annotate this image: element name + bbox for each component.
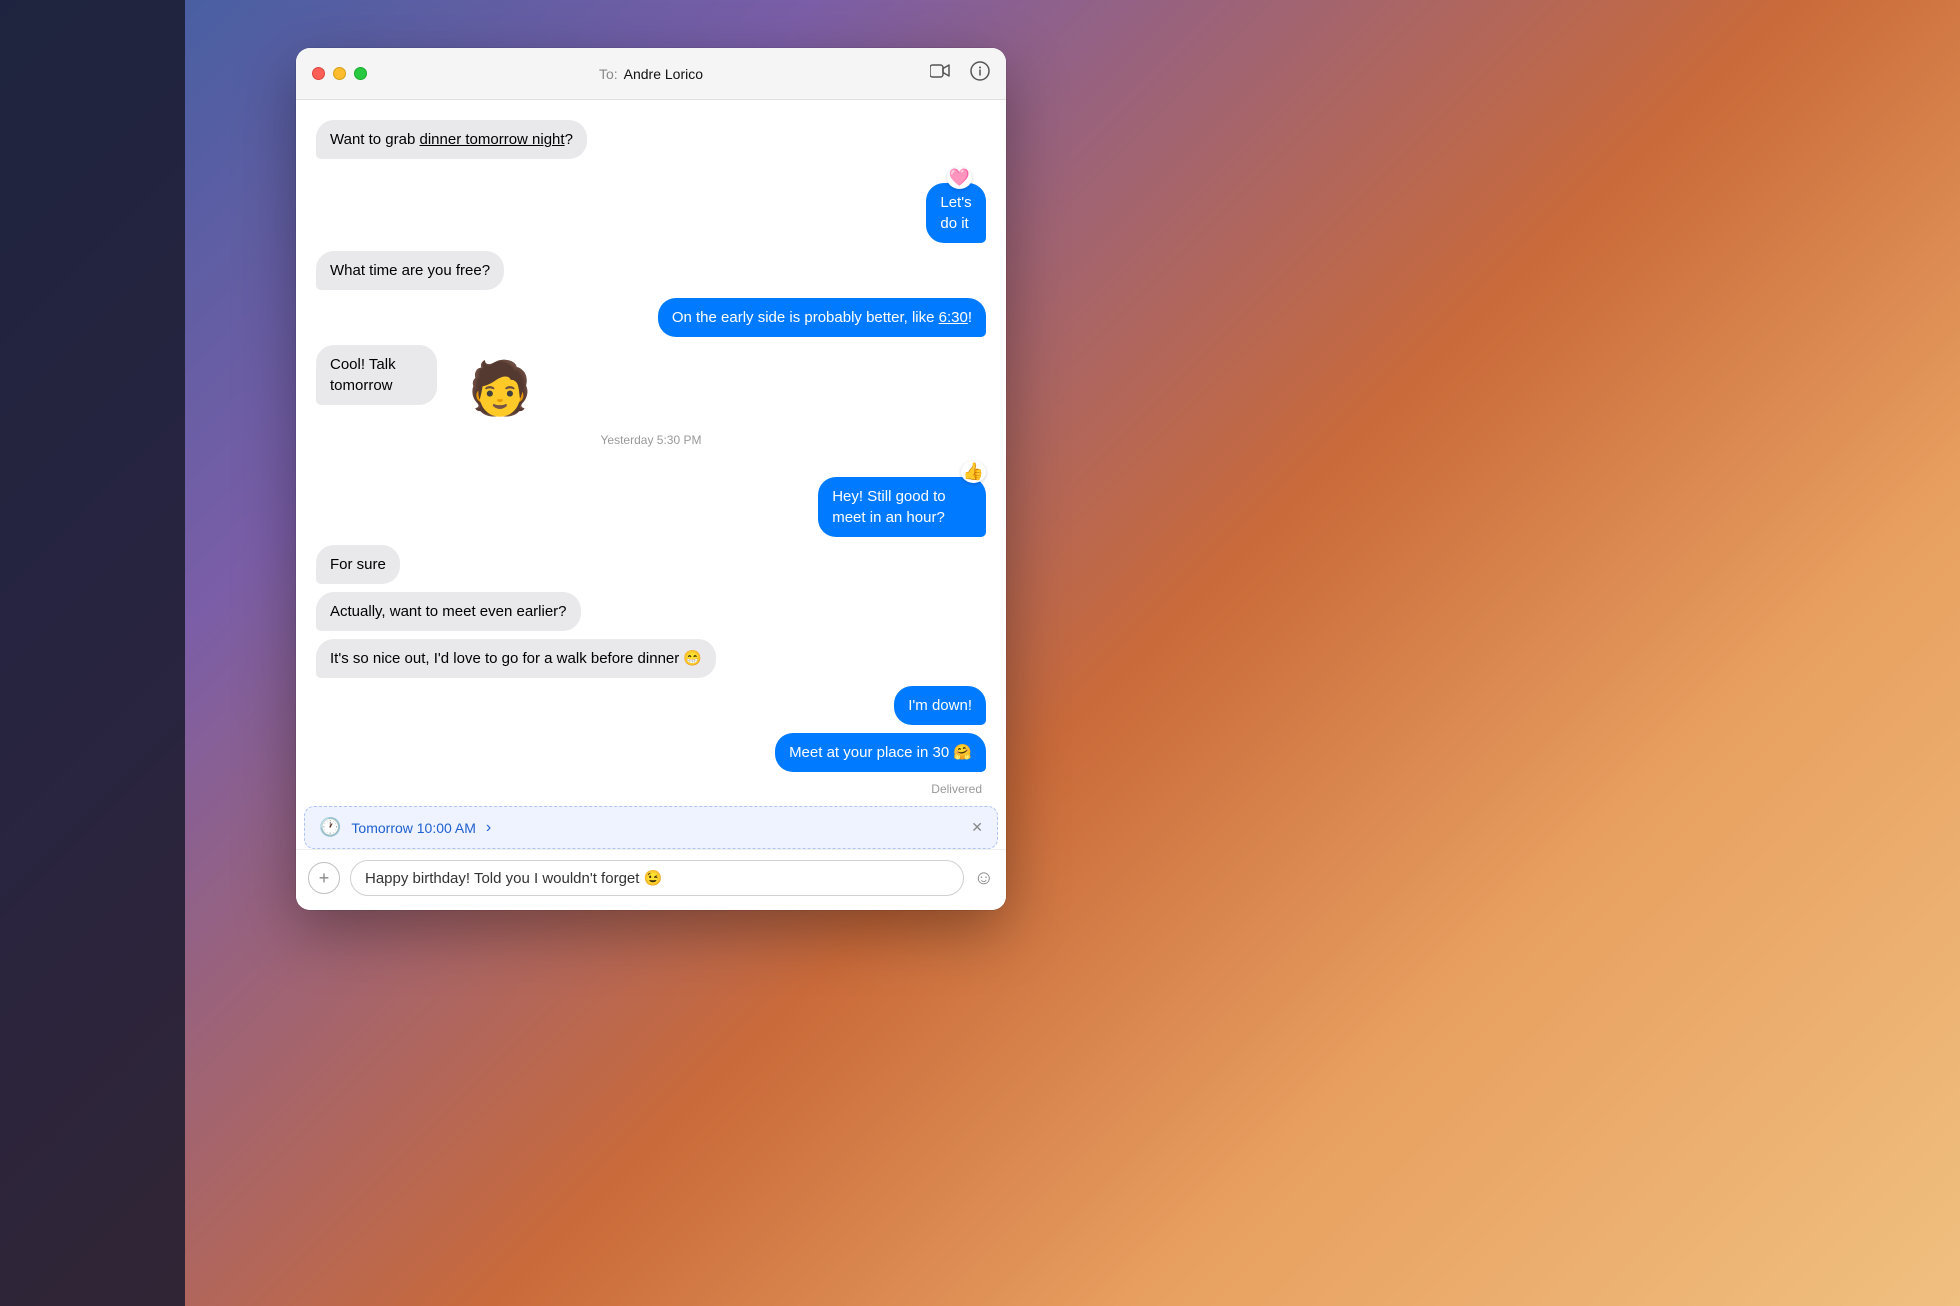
message-bubble: Want to grab dinner tomorrow night?	[316, 120, 587, 159]
message-row: Cool! Talk tomorrow 🧑	[316, 345, 986, 405]
delivery-status: Delivered	[316, 782, 986, 796]
title-bar: To: Andre Lorico	[296, 48, 1006, 100]
chat-area[interactable]: Want to grab dinner tomorrow night? 🩷 Le…	[296, 100, 1006, 798]
title-bar-center: To: Andre Lorico	[599, 66, 703, 82]
message-input-wrapper[interactable]: Happy birthday! Told you I wouldn't forg…	[350, 860, 964, 896]
clock-icon: 🕐	[319, 817, 341, 838]
reaction-badge: 🩷	[947, 167, 972, 189]
message-row: For sure	[316, 545, 986, 584]
reaction-badge-left: 👍	[961, 461, 986, 483]
message-row: Want to grab dinner tomorrow night?	[316, 120, 986, 159]
scheduled-time[interactable]: Tomorrow 10:00 AM	[351, 820, 476, 836]
message-bubble: I'm down!	[894, 686, 986, 725]
message-row-outgoing: 👍 Hey! Still good to meet in an hour?	[316, 461, 986, 539]
message-row: I'm down!	[316, 686, 986, 725]
to-label: To:	[599, 66, 618, 82]
memoji-sticker: 🧑	[468, 363, 533, 415]
close-button[interactable]	[312, 67, 325, 80]
message-bubble: Let's do it	[926, 183, 986, 243]
message-bubble: On the early side is probably better, li…	[658, 298, 986, 337]
minimize-button[interactable]	[333, 67, 346, 80]
input-area: + Happy birthday! Told you I wouldn't fo…	[296, 849, 1006, 910]
timestamp-divider: Yesterday 5:30 PM	[316, 433, 986, 447]
message-bubble: Hey! Still good to meet in an hour?	[818, 477, 986, 537]
close-scheduled-button[interactable]: ✕	[971, 819, 983, 836]
add-attachment-button[interactable]: +	[308, 862, 340, 894]
message-row: Let's do it	[894, 183, 986, 243]
message-row: On the early side is probably better, li…	[316, 298, 986, 337]
message-bubble: Meet at your place in 30 🤗	[775, 733, 986, 772]
message-row: Actually, want to meet even earlier?	[316, 592, 986, 631]
message-row-outgoing-reaction: 🩷 Let's do it	[316, 167, 986, 245]
message-bubble: Cool! Talk tomorrow	[316, 345, 437, 405]
emoji-picker-button[interactable]: ☺	[974, 867, 994, 890]
title-bar-actions	[930, 61, 990, 86]
scheduled-banner: 🕐 Tomorrow 10:00 AM › ✕	[304, 806, 998, 849]
maximize-button[interactable]	[354, 67, 367, 80]
traffic-lights	[312, 67, 367, 80]
message-bubble: Actually, want to meet even earlier?	[316, 592, 581, 631]
info-icon[interactable]	[970, 61, 990, 86]
message-row: Meet at your place in 30 🤗	[316, 733, 986, 772]
message-row: Hey! Still good to meet in an hour?	[728, 477, 986, 537]
chevron-icon: ›	[486, 819, 491, 837]
message-input[interactable]: Happy birthday! Told you I wouldn't forg…	[365, 869, 949, 887]
contact-name: Andre Lorico	[624, 66, 703, 82]
message-row: What time are you free?	[316, 251, 986, 290]
video-call-icon[interactable]	[930, 63, 952, 84]
sidebar-panel	[0, 0, 185, 1306]
message-row: It's so nice out, I'd love to go for a w…	[316, 639, 986, 678]
message-bubble: It's so nice out, I'd love to go for a w…	[316, 639, 716, 678]
messages-window: To: Andre Lorico Want to	[296, 48, 1006, 910]
message-bubble: What time are you free?	[316, 251, 504, 290]
plus-icon: +	[319, 868, 330, 889]
message-bubble: For sure	[316, 545, 400, 584]
